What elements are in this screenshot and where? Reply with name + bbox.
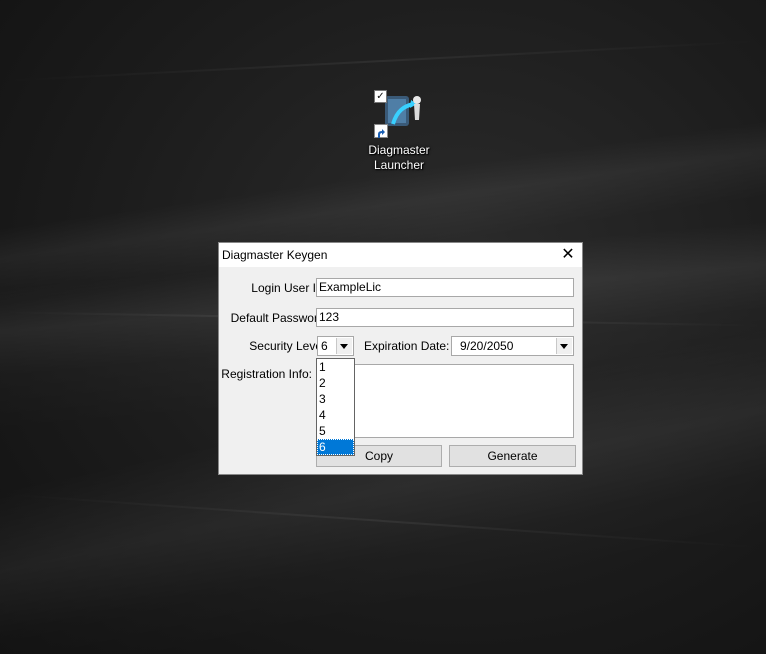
desktop-icon-label-line1: Diagmaster	[368, 143, 430, 157]
expiration-date-value: 9/20/2050	[460, 339, 514, 353]
security-level-select[interactable]: 6	[317, 336, 354, 356]
dropdown-option-selected[interactable]: 6	[317, 439, 354, 455]
dropdown-option[interactable]: 4	[317, 407, 354, 423]
dropdown-option[interactable]: 5	[317, 423, 354, 439]
security-level-dropdown-list: 1 2 3 4 5 6	[316, 358, 355, 456]
dialog-titlebar[interactable]: Diagmaster Keygen ✕	[219, 243, 582, 267]
selection-checkbox-icon[interactable]: ✓	[374, 90, 387, 103]
wallpaper-streak	[0, 493, 766, 549]
registration-info-label: Registration Info:	[221, 367, 312, 381]
default-password-field[interactable]: 123	[316, 308, 574, 327]
dropdown-option[interactable]: 1	[317, 359, 354, 375]
expiration-date-picker[interactable]: 9/20/2050	[451, 336, 574, 356]
desktop-shortcut-diagmaster-launcher[interactable]: ✓ Diagmaster Launcher	[362, 90, 436, 173]
login-user-id-field[interactable]: ExampleLic	[316, 278, 574, 297]
close-icon[interactable]: ✕	[554, 243, 582, 267]
chevron-down-icon[interactable]	[336, 338, 352, 354]
dialog-title: Diagmaster Keygen	[222, 248, 328, 262]
generate-button[interactable]: Generate	[449, 445, 576, 467]
keygen-dialog: Diagmaster Keygen ✕ Login User ID: Examp…	[218, 242, 583, 475]
default-password-label: Default Password:	[230, 311, 328, 325]
expiration-date-label: Expiration Date:	[364, 339, 450, 353]
diagmaster-launcher-icon: ✓	[373, 90, 425, 138]
desktop-icon-label: Diagmaster Launcher	[362, 143, 436, 173]
dropdown-option[interactable]: 2	[317, 375, 354, 391]
desktop-icon-label-line2: Launcher	[373, 158, 425, 172]
security-level-value: 6	[321, 339, 328, 353]
wallpaper-streak	[0, 39, 766, 83]
shortcut-arrow-icon	[374, 124, 388, 138]
dropdown-option[interactable]: 3	[317, 391, 354, 407]
desktop: ✓ Diagmaster Launcher Diagmaster Keygen …	[0, 0, 766, 654]
chevron-down-icon[interactable]	[556, 338, 572, 354]
